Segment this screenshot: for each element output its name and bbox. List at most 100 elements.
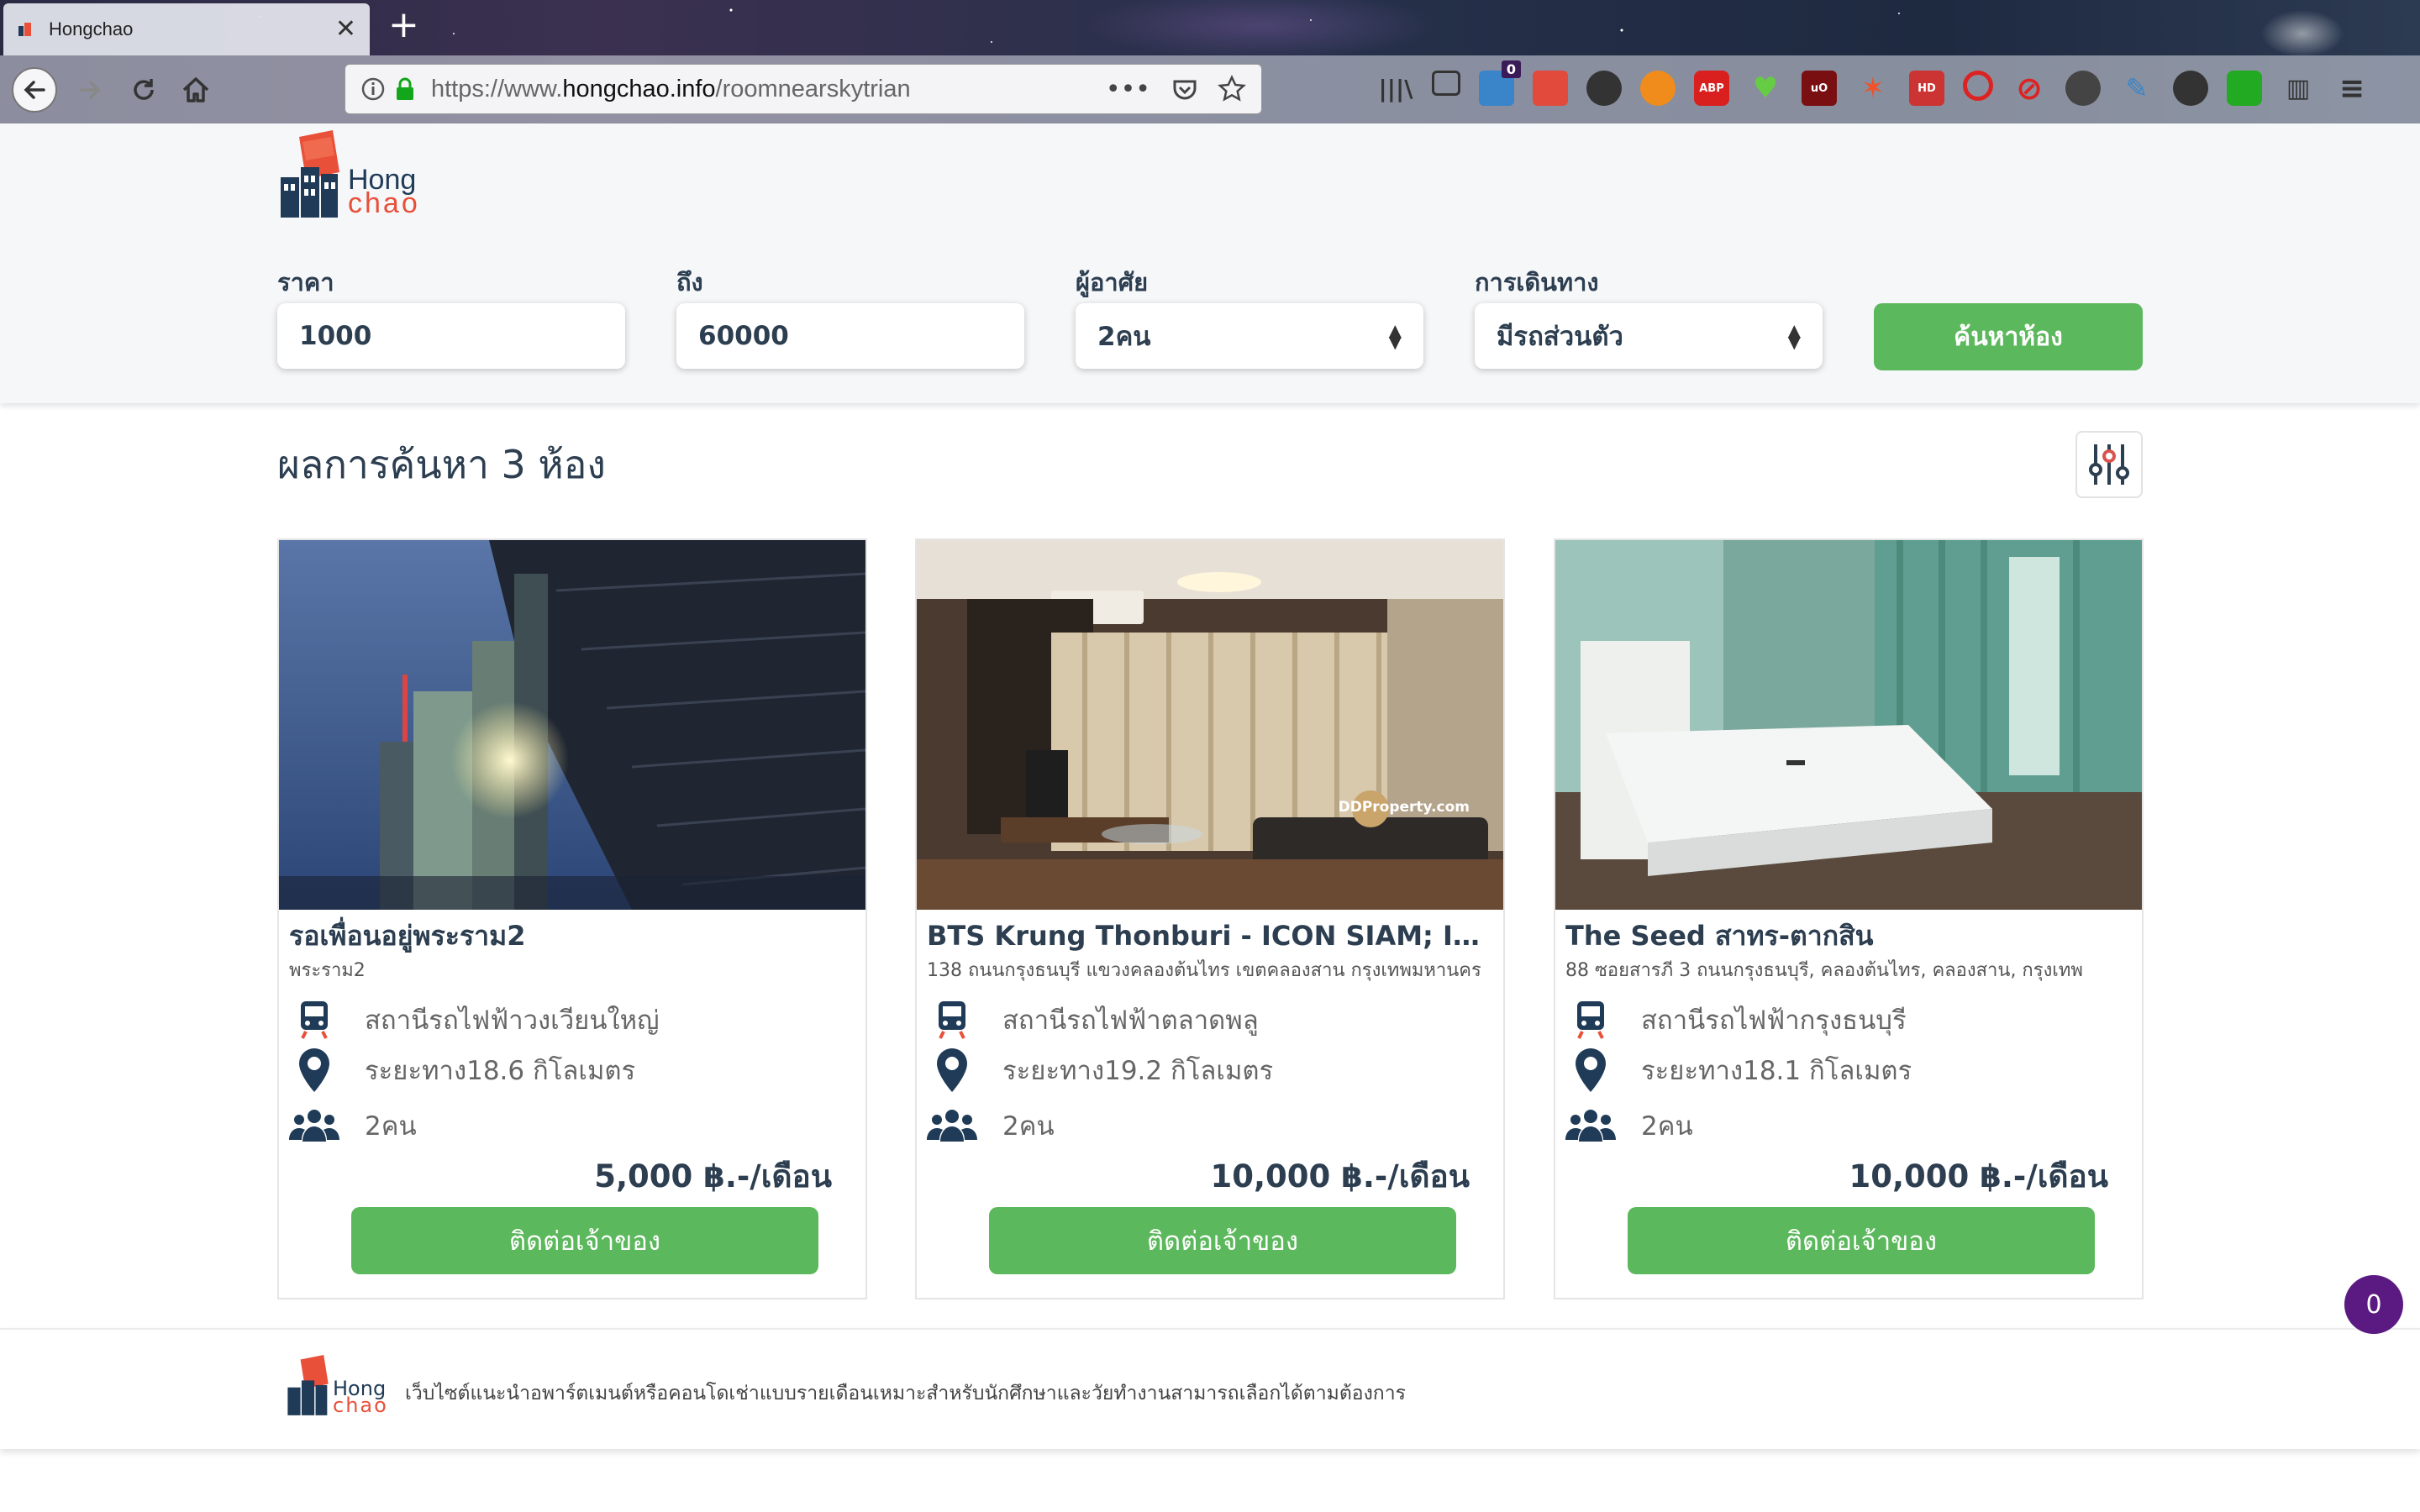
address-bar[interactable]: https://www.hongchao.info/roomnearskytri… <box>345 64 1262 114</box>
room-photo[interactable]: DDProperty.com <box>917 540 1503 910</box>
reload-button[interactable] <box>123 69 165 111</box>
new-tab-icon[interactable]: + <box>388 7 419 44</box>
extension-badge-count: 0 <box>1501 60 1521 78</box>
train-icon <box>925 996 979 1043</box>
room-photo[interactable] <box>279 540 865 910</box>
pencil-icon[interactable]: ✎ <box>2119 71 2154 106</box>
ball-icon[interactable] <box>1586 71 1622 106</box>
distance-row: ระยะทาง18.6 กิโลเมตร <box>287 1048 842 1092</box>
favicon-icon <box>18 23 31 36</box>
github-icon[interactable] <box>2173 71 2208 106</box>
home-icon <box>182 77 209 102</box>
navigation-bar: https://www.hongchao.info/roomnearskytri… <box>0 55 2420 123</box>
living-room-photo <box>917 540 1503 910</box>
results-title: ผลการค้นหา 3 ห้อง <box>277 442 606 487</box>
city-skyline-photo <box>279 540 865 910</box>
residents-value: 2คน <box>1097 322 1151 352</box>
room-price: 10,000 ฿.-/เดือน <box>1849 1158 2108 1194</box>
fox-icon[interactable]: ✶ <box>1855 71 1891 106</box>
filter-button[interactable] <box>2075 431 2143 498</box>
price-from-input[interactable]: 1000 <box>277 303 625 369</box>
footer-logo[interactable]: Hong chao <box>287 1355 388 1422</box>
room-photo[interactable] <box>1555 540 2142 910</box>
station-text: สถานีรถไฟฟ้าตลาดพลู <box>1002 1005 1259 1036</box>
residents-text: 2คน <box>1002 1111 1055 1142</box>
site-logo[interactable]: Hong chao <box>281 130 424 223</box>
residents-text: 2คน <box>1641 1111 1693 1142</box>
speech-icon[interactable] <box>2065 71 2101 106</box>
contact-owner-button[interactable]: ติดต่อเจ้าของ <box>989 1207 1456 1274</box>
block-icon[interactable]: ⊘ <box>2012 70 2047 107</box>
extension-badge-icon[interactable]: 0 <box>1479 60 1521 106</box>
residents-row: 2คน <box>287 1105 842 1147</box>
residents-row: 2คน <box>925 1105 1480 1147</box>
chat-button[interactable]: 0 <box>2344 1275 2403 1334</box>
fence-icon[interactable]: ▥ <box>2281 71 2316 106</box>
travel-label: การเดินทาง <box>1475 268 1599 297</box>
room-name[interactable]: รอเพื่อนอยู่พระราม2 <box>289 915 852 958</box>
users-icon <box>1564 1102 1618 1149</box>
pocket-icon[interactable] <box>1171 75 1199 103</box>
library-icon[interactable]: |||\ <box>1378 71 1413 106</box>
distance-text: ระยะทาง19.2 กิโลเมตร <box>1002 1056 1274 1086</box>
room-address: พระราม2 <box>289 960 366 981</box>
residents-label: ผู้อาศัย <box>1076 268 1149 297</box>
price-to-value: 60000 <box>698 321 789 351</box>
room-card[interactable]: The Seed สาทร-ตากสิน 88 ซอยสารภี 3 ถนนกร… <box>1554 538 2144 1299</box>
room-card[interactable]: DDProperty.com BTS Krung Thonburi - ICON… <box>915 538 1505 1299</box>
close-tab-icon[interactable]: ✕ <box>335 17 356 42</box>
home-button[interactable] <box>175 69 217 111</box>
bedroom-photo <box>1555 540 2142 910</box>
distance-text: ระยะทาง18.6 กิโลเมตร <box>365 1056 636 1086</box>
screenshot-icon[interactable] <box>1533 71 1568 106</box>
compass-icon[interactable] <box>1640 71 1676 106</box>
map-pin-icon <box>925 1047 979 1094</box>
browser-tab[interactable]: Hongchao ✕ <box>3 3 370 55</box>
station-row: สถานีรถไฟฟ้ากรุงธนบุรี <box>1564 999 2118 1041</box>
room-card[interactable]: รอเพื่อนอยู่พระราม2 พระราม2 สถานีรถไฟฟ้า… <box>277 538 867 1299</box>
price-to-label: ถึง <box>676 268 703 297</box>
back-button[interactable] <box>12 67 57 113</box>
url-text: https://www.hongchao.info/roomnearskytri… <box>431 75 911 102</box>
forward-button[interactable] <box>69 69 111 111</box>
hd-icon[interactable]: HD <box>1909 71 1944 106</box>
train-icon <box>1564 996 1618 1043</box>
heart-icon[interactable]: ♥ <box>1748 71 1783 106</box>
browser-chrome: Hongchao ✕ + https://www.hongchao.info/r… <box>0 0 2420 123</box>
logo-text-chao: chao <box>348 187 420 219</box>
ublock-icon[interactable]: uO <box>1802 71 1837 106</box>
room-name[interactable]: BTS Krung Thonburi - ICON SIAM; IDEO สาท… <box>927 915 1490 958</box>
adblock-icon[interactable]: ABP <box>1694 71 1729 106</box>
room-price: 10,000 ฿.-/เดือน <box>1210 1158 1470 1194</box>
footer-description: เว็บไซต์แนะนำอพาร์ตเมนต์หรือคอนโดเช่าแบบ… <box>405 1383 1406 1404</box>
room-address: 138 ถนนกรุงธนบุรี แขวงคลองต้นไทร เขตคลอง… <box>927 960 1481 981</box>
station-row: สถานีรถไฟฟ้าวงเวียนใหญ่ <box>287 999 842 1041</box>
photo-watermark: DDProperty.com <box>1338 799 1470 816</box>
contact-owner-button[interactable]: ติดต่อเจ้าของ <box>1628 1207 2095 1274</box>
select-arrows-icon: ▲ ▼ <box>1388 320 1402 352</box>
residents-row: 2คน <box>1564 1105 2118 1147</box>
station-text: สถานีรถไฟฟ้าวงเวียนใหญ่ <box>365 1005 660 1036</box>
opera-icon[interactable] <box>1963 71 1993 101</box>
page-content: Hong chao ราคา 1000 ถึง 60000 ผู้อาศัย 2… <box>0 123 2420 1512</box>
contact-owner-button[interactable]: ติดต่อเจ้าของ <box>351 1207 818 1274</box>
room-address: 88 ซอยสารภี 3 ถนนกรุงธนบุรี, คลองต้นไทร,… <box>1565 960 2083 981</box>
search-room-button[interactable]: ค้นหาห้อง <box>1874 303 2143 370</box>
page-actions-icon[interactable]: ••• <box>1106 75 1150 104</box>
station-row: สถานีรถไฟฟ้าตลาดพลู <box>925 999 1480 1041</box>
menu-icon[interactable]: ≡ <box>2334 71 2370 106</box>
travel-select[interactable]: มีรถส่วนตัว ▲ ▼ <box>1475 303 1823 369</box>
residents-select[interactable]: 2คน ▲ ▼ <box>1076 303 1423 369</box>
info-icon[interactable] <box>360 76 386 102</box>
arrow-right-icon <box>79 81 101 99</box>
room-name[interactable]: The Seed สาทร-ตากสิน <box>1565 915 2128 958</box>
sidebar-icon[interactable] <box>1432 71 1460 96</box>
distance-row: ระยะทาง18.1 กิโลเมตร <box>1564 1048 2118 1092</box>
price-from-value: 1000 <box>299 321 372 351</box>
station-text: สถานีรถไฟฟ้ากรุงธนบุรี <box>1641 1005 1907 1036</box>
evernote-icon[interactable] <box>2227 71 2262 106</box>
users-icon <box>925 1102 979 1149</box>
price-to-input[interactable]: 60000 <box>676 303 1024 369</box>
distance-row: ระยะทาง19.2 กิโลเมตร <box>925 1047 1480 1094</box>
bookmark-star-icon[interactable] <box>1218 75 1246 103</box>
